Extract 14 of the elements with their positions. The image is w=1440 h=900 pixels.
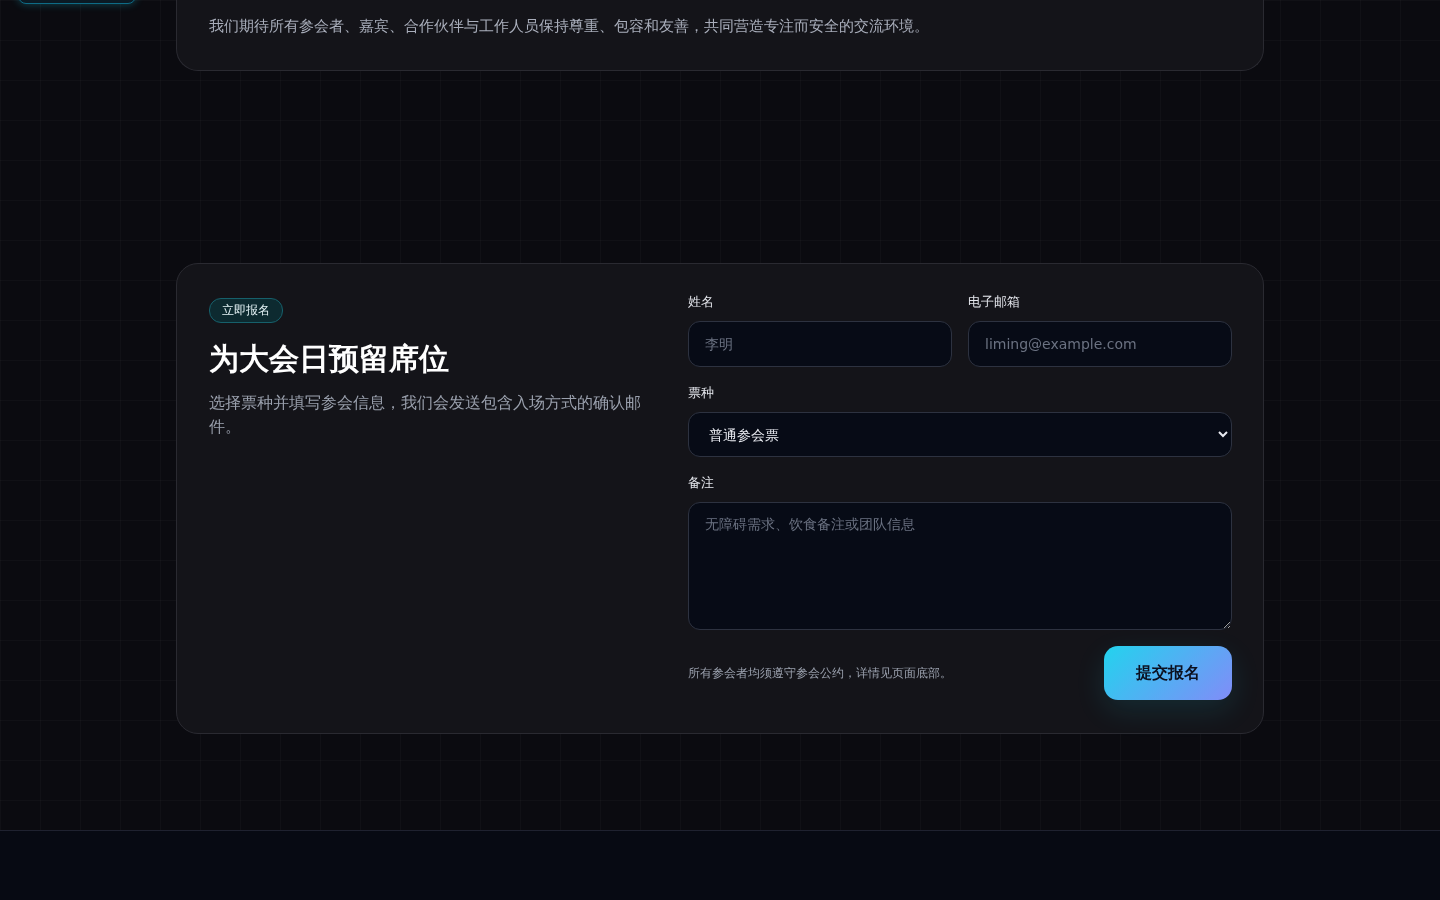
field-label: 票种 — [688, 384, 715, 402]
badge: 立即报名 — [209, 298, 283, 323]
description-text: 选择票种并填写参会信息，我们会发送包含入场方式的确认邮件。 — [209, 392, 642, 438]
note-text: 所有参会者均须遵守参会公约，详情见页面底部。 — [688, 665, 952, 681]
field-label: 电子邮箱 — [968, 293, 1021, 311]
input-field[interactable]: 李明 — [688, 321, 952, 367]
section-title: 为大会日预留席位 — [209, 341, 450, 377]
ticket-dropdown[interactable]: 普通参会票 — [688, 412, 1232, 457]
notes-field[interactable]: 无障碍需求、饮食备注或团队信息 — [688, 502, 1232, 630]
submit-button[interactable]: 提交报名 — [1104, 646, 1232, 700]
conduct-text: 我们期待所有参会者、嘉宾、合作伙伴与工作人员保持尊重、包容和友善，共同营造专注而安全的交流环境。 — [209, 16, 930, 37]
input-field[interactable]: liming@example.com — [968, 321, 1232, 367]
field-label: 姓名 — [688, 293, 715, 311]
field-label: 备注 — [688, 474, 715, 492]
